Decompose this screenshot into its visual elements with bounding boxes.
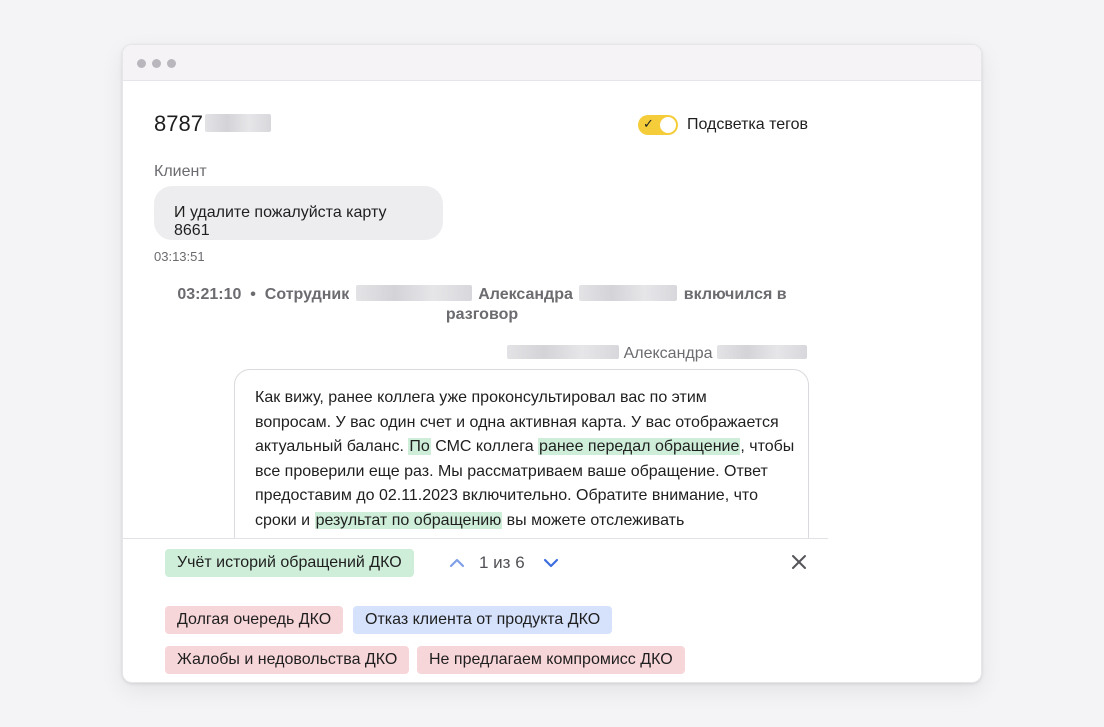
message-segment: СМС коллега xyxy=(430,438,539,456)
message-segment: сроки и xyxy=(255,511,315,529)
client-message-bubble: И удалите пожалуйста карту 8661 xyxy=(154,186,443,240)
message-segment: вы можете отслеживать xyxy=(502,511,685,529)
message-line: Как вижу, ранее коллега уже проконсульти… xyxy=(255,389,707,406)
redacted-block xyxy=(204,114,271,133)
window-titlebar xyxy=(123,45,981,81)
conversation-id-text: 8787 xyxy=(154,111,203,136)
check-icon: ✓ xyxy=(643,116,654,131)
tag-highlight-toggle[interactable]: ✓ xyxy=(638,115,678,135)
app-window: 8787 ✓ Подсветка тегов Клиент И удалите … xyxy=(122,44,982,683)
active-tag[interactable]: Учёт историй обращений ДКО xyxy=(165,549,414,577)
message-line: вопросам. У вас один счет и одна активна… xyxy=(255,413,779,431)
tag-highlight[interactable]: результат по обращению xyxy=(314,511,503,529)
redacted-block xyxy=(355,285,472,302)
tag-navigation-bar: Учёт историй обращений ДКО 1 из 6 xyxy=(123,538,828,587)
tags-list: Долгая очередь ДКО Отказ клиента от прод… xyxy=(123,586,828,682)
client-message-time: 03:13:51 xyxy=(154,249,205,264)
client-message-text: И удалите пожалуйста карту 8661 xyxy=(174,204,387,239)
close-icon[interactable] xyxy=(789,552,809,572)
tag-chip[interactable]: Жалобы и недовольства ДКО xyxy=(165,646,410,674)
system-event: 03:21:10 • Сотрудник Александра включилс… xyxy=(163,285,801,325)
toggle-knob xyxy=(660,117,676,133)
employee-author: Александра xyxy=(507,345,807,363)
tag-chip[interactable]: Не предлагаем компромисс ДКО xyxy=(417,646,685,674)
redacted-block xyxy=(507,345,620,360)
system-event-name: Александра xyxy=(478,286,573,303)
window-dot-icon xyxy=(152,59,161,68)
tag-chip[interactable]: Отказ клиента от продукта ДКО xyxy=(353,606,613,634)
tag-occurrence-counter: 1 из 6 xyxy=(479,553,525,572)
redacted-block xyxy=(579,285,678,302)
window-dot-icon xyxy=(137,59,146,68)
redacted-block xyxy=(717,345,807,360)
chevron-down-icon[interactable] xyxy=(541,549,561,577)
message-line: актуальный баланс. По СМС коллега ранее … xyxy=(255,435,794,460)
system-event-prefix: Сотрудник xyxy=(264,286,350,303)
system-event-time: 03:21:10 xyxy=(177,286,242,303)
tag-highlight[interactable]: По xyxy=(408,438,431,456)
message-segment: актуальный баланс. xyxy=(255,438,409,456)
message-line: сроки и результат по обращению вы можете… xyxy=(255,509,788,534)
employee-author-name: Александра xyxy=(623,345,713,362)
message-line: все проверили еще раз. Мы рассматриваем … xyxy=(255,462,768,480)
tag-highlight-label: Подсветка тегов xyxy=(687,116,809,133)
message-segment: , чтобы xyxy=(740,438,795,456)
chevron-up-icon[interactable] xyxy=(447,549,467,577)
conversation-id: 8787 xyxy=(154,111,271,137)
window-dot-icon xyxy=(167,59,176,68)
client-role-label: Клиент xyxy=(154,163,207,180)
tag-chip[interactable]: Долгая очередь ДКО xyxy=(165,606,344,634)
message-line: предоставим до 02.11.2023 включительно. … xyxy=(255,487,758,505)
system-event-separator: • xyxy=(250,286,256,303)
tag-highlight[interactable]: ранее передал обращение xyxy=(538,438,741,456)
